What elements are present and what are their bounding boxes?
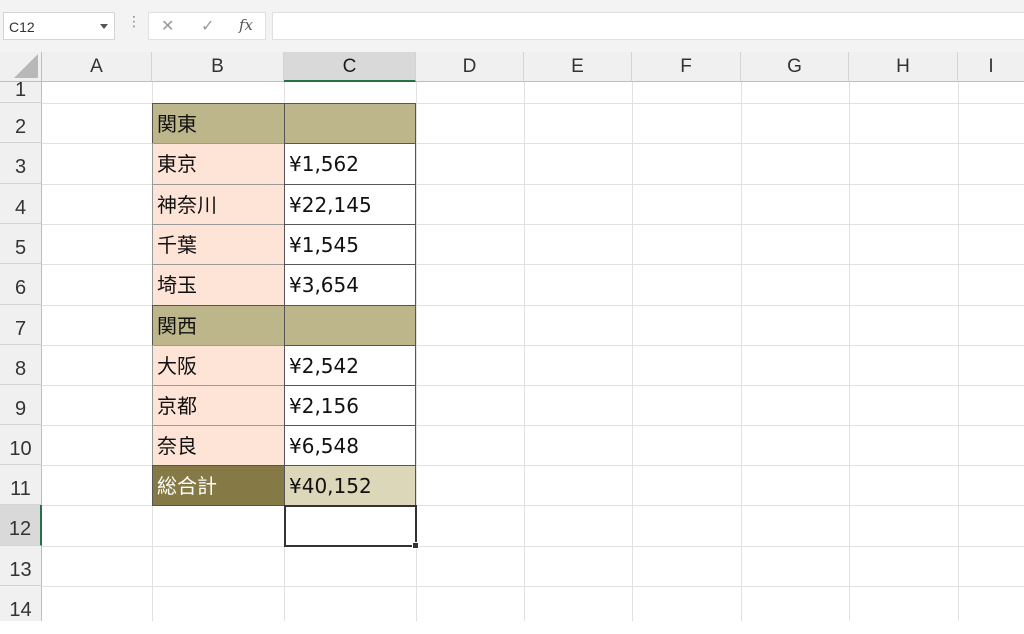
name-box[interactable]: C12 <box>3 12 115 40</box>
cell-c11[interactable]: ¥40,152 <box>284 465 416 506</box>
active-cell-c12[interactable] <box>284 505 417 547</box>
row-header-11[interactable]: 11 <box>0 465 42 505</box>
column-header-f[interactable]: F <box>632 52 741 82</box>
row-header-10[interactable]: 10 <box>0 425 42 465</box>
row-header-3[interactable]: 3 <box>0 143 42 184</box>
column-header-c[interactable]: C <box>284 52 416 82</box>
gridline <box>42 586 1024 587</box>
cell-b2[interactable]: 関東 <box>152 103 285 144</box>
select-all-button[interactable] <box>0 52 42 82</box>
cell-b3[interactable]: 東京 <box>152 143 285 185</box>
cell-c3[interactable]: ¥1,562 <box>284 143 416 185</box>
row-header-14[interactable]: 14 <box>0 586 42 621</box>
select-all-icon <box>14 54 38 78</box>
name-box-value: C12 <box>9 19 35 35</box>
chevron-down-icon[interactable] <box>100 24 108 29</box>
formula-input[interactable] <box>272 12 1024 40</box>
cell-c7[interactable] <box>284 305 416 346</box>
gridline <box>849 82 850 621</box>
column-header-e[interactable]: E <box>524 52 632 82</box>
cancel-icon[interactable]: ✕ <box>161 16 174 35</box>
column-header-g[interactable]: G <box>741 52 849 82</box>
gridline <box>632 82 633 621</box>
vertical-dots-icon: ⋮ <box>127 14 141 30</box>
row-header-9[interactable]: 9 <box>0 385 42 425</box>
column-header-d[interactable]: D <box>416 52 524 82</box>
cell-c10[interactable]: ¥6,548 <box>284 425 416 466</box>
cell-c4[interactable]: ¥22,145 <box>284 184 416 225</box>
cell-b6[interactable]: 埼玉 <box>152 264 285 306</box>
cell-b5[interactable]: 千葉 <box>152 224 285 265</box>
column-header-h[interactable]: H <box>849 52 958 82</box>
cell-c5[interactable]: ¥1,545 <box>284 224 416 265</box>
insert-function-icon[interactable]: fx <box>239 16 253 34</box>
fill-handle[interactable] <box>412 542 419 549</box>
gridline <box>524 82 525 621</box>
formula-buttons: ✕ ✓ fx <box>148 12 266 40</box>
column-header-i[interactable]: I <box>958 52 1024 82</box>
column-header-b[interactable]: B <box>152 52 284 82</box>
row-header-7[interactable]: 7 <box>0 305 42 345</box>
cell-b10[interactable]: 奈良 <box>152 425 285 466</box>
enter-icon[interactable]: ✓ <box>201 16 214 35</box>
cell-b7[interactable]: 関西 <box>152 305 285 346</box>
column-header-a[interactable]: A <box>42 52 152 82</box>
cell-b4[interactable]: 神奈川 <box>152 184 285 225</box>
cell-c8[interactable]: ¥2,542 <box>284 345 416 386</box>
gridline <box>741 82 742 621</box>
gridline <box>958 82 959 621</box>
row-header-13[interactable]: 13 <box>0 546 42 586</box>
row-header-1[interactable]: 1 <box>0 80 42 103</box>
row-header-2[interactable]: 2 <box>0 103 42 143</box>
formula-bar: C12 ⋮ ✕ ✓ fx <box>0 0 1024 52</box>
gridline <box>42 546 1024 547</box>
cell-b11[interactable]: 総合計 <box>152 465 285 506</box>
row-header-5[interactable]: 5 <box>0 224 42 264</box>
row-header-4[interactable]: 4 <box>0 184 42 224</box>
cell-b9[interactable]: 京都 <box>152 385 285 426</box>
cell-c9[interactable]: ¥2,156 <box>284 385 416 426</box>
cell-b8[interactable]: 大阪 <box>152 345 285 386</box>
row-header-12[interactable]: 12 <box>0 505 42 546</box>
cell-c6[interactable]: ¥3,654 <box>284 264 416 306</box>
cell-c2[interactable] <box>284 103 416 144</box>
row-header-8[interactable]: 8 <box>0 345 42 385</box>
row-header-6[interactable]: 6 <box>0 264 42 305</box>
